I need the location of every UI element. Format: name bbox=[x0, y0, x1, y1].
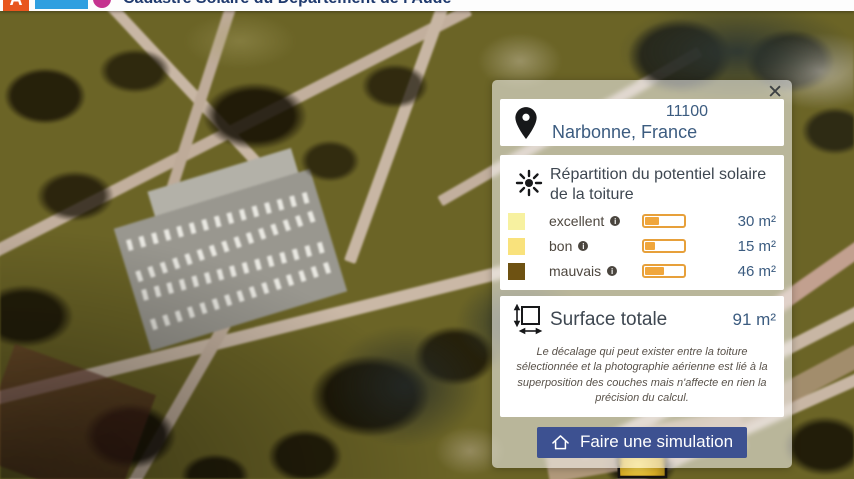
round-logo[interactable] bbox=[93, 0, 111, 8]
legend-label-text: bon bbox=[549, 238, 573, 254]
simulation-button-label: Faire une simulation bbox=[579, 432, 734, 452]
distribution-title: Répartition du potentiel solaire de la t… bbox=[550, 166, 767, 203]
simulation-button[interactable]: Faire une simulation bbox=[537, 426, 747, 458]
progress-bar bbox=[642, 214, 686, 228]
postal-code: 11100 bbox=[665, 102, 708, 120]
bon-color-swatch bbox=[508, 237, 525, 255]
location-text: 11100 Narbonne, France bbox=[552, 103, 784, 143]
app-title: Cadastre Solaire du Département de l'Aud… bbox=[123, 0, 451, 8]
surface-card: Surface totale 91 m² Le décalage qui peu… bbox=[500, 296, 784, 417]
legend-row-bon: bon i 15 m² bbox=[508, 237, 776, 255]
progress-bar-fill bbox=[645, 217, 659, 225]
sun-icon bbox=[508, 165, 550, 197]
info-icon[interactable]: i bbox=[578, 241, 589, 251]
legend-label: mauvais i bbox=[549, 263, 618, 279]
surface-measure-icon bbox=[508, 304, 550, 336]
surface-total-value: 91 m² bbox=[732, 310, 776, 329]
progress-bar-fill bbox=[645, 242, 655, 250]
legend-row-mauvais: mauvais i 46 m² bbox=[508, 262, 776, 280]
surface-row: Surface totale 91 m² bbox=[508, 304, 776, 336]
legend-label-text: mauvais bbox=[549, 263, 602, 279]
app-header-inner: A Cadastre Solaire du Département de l'A… bbox=[0, 0, 854, 11]
info-icon[interactable]: i bbox=[607, 266, 618, 276]
close-icon[interactable]: ✕ bbox=[765, 81, 785, 104]
aude-department-logo[interactable]: A bbox=[3, 0, 29, 11]
surface-total-label: Surface totale bbox=[550, 309, 668, 330]
legend-label: bon i bbox=[549, 238, 589, 254]
legend-value: 15 m² bbox=[737, 237, 776, 255]
info-icon[interactable]: i bbox=[610, 216, 621, 226]
progress-bar bbox=[642, 239, 686, 253]
banner-logo[interactable] bbox=[35, 0, 88, 9]
progress-bar bbox=[642, 264, 686, 278]
legend-label: excellent i bbox=[549, 213, 621, 229]
legend-value: 46 m² bbox=[737, 262, 776, 280]
offset-disclaimer-text: Le décalage qui peut exister entre la to… bbox=[516, 346, 768, 405]
location-card: 11100 Narbonne, France bbox=[500, 99, 784, 146]
house-icon bbox=[551, 434, 570, 451]
location-pin-icon bbox=[500, 106, 552, 140]
distribution-header: Répartition du potentiel solaire de la t… bbox=[508, 165, 776, 205]
excellent-color-swatch bbox=[508, 212, 525, 230]
legend-value: 30 m² bbox=[737, 212, 776, 230]
roof-info-popup: ✕ 11100 Narbonne, France Répartition du … bbox=[492, 80, 792, 468]
legend-row-excellent: excellent i 30 m² bbox=[508, 212, 776, 230]
city-name: Narbonne, France bbox=[552, 121, 698, 142]
app-header: A Cadastre Solaire du Département de l'A… bbox=[0, 0, 854, 11]
mauvais-color-swatch bbox=[508, 262, 525, 280]
progress-bar-fill bbox=[645, 267, 664, 275]
solar-distribution-card: Répartition du potentiel solaire de la t… bbox=[500, 155, 784, 290]
legend-label-text: excellent bbox=[549, 213, 605, 229]
